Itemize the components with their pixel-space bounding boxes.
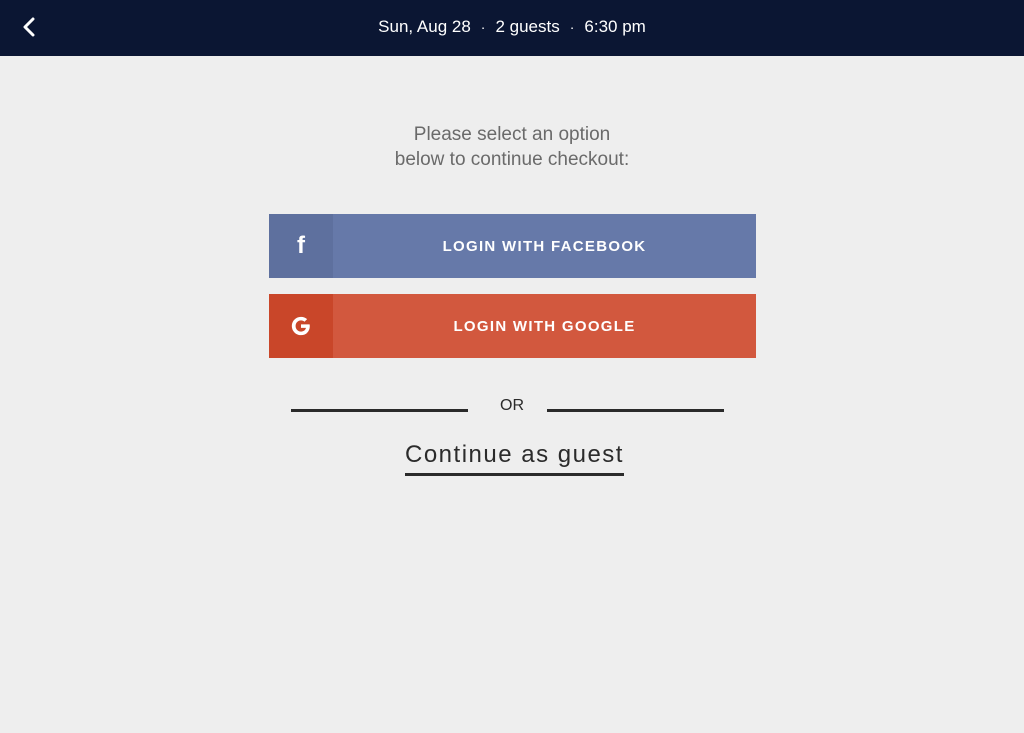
- login-google-button[interactable]: LOGIN WITH GOOGLE: [269, 294, 756, 358]
- reservation-time: 6:30 pm: [584, 17, 646, 36]
- or-divider-label: OR: [500, 397, 524, 414]
- google-icon-cell: [269, 294, 333, 358]
- prompt-line-2: below to continue checkout:: [394, 149, 630, 170]
- checkout-prompt: Please select an option below to continu…: [0, 122, 1024, 172]
- reservation-date: Sun, Aug 28: [378, 17, 471, 36]
- separator-dot: ·: [480, 19, 486, 35]
- facebook-icon: f: [297, 232, 305, 259]
- google-icon: [291, 316, 310, 336]
- login-facebook-button[interactable]: f LOGIN WITH FACEBOOK: [269, 214, 756, 278]
- divider-right: [547, 409, 724, 412]
- login-google-label: LOGIN WITH GOOGLE: [453, 317, 636, 335]
- facebook-icon-cell: f: [269, 214, 333, 278]
- top-bar: Sun, Aug 28 · 2 guests · 6:30 pm: [0, 0, 1024, 56]
- prompt-line-1: Please select an option: [413, 124, 611, 145]
- reservation-guests: 2 guests: [495, 17, 560, 36]
- continue-as-guest-link[interactable]: Continue as guest: [405, 441, 624, 476]
- separator-dot: ·: [569, 19, 575, 35]
- login-facebook-label: LOGIN WITH FACEBOOK: [442, 237, 647, 255]
- reservation-summary: Sun, Aug 28 · 2 guests · 6:30 pm: [0, 0, 1024, 54]
